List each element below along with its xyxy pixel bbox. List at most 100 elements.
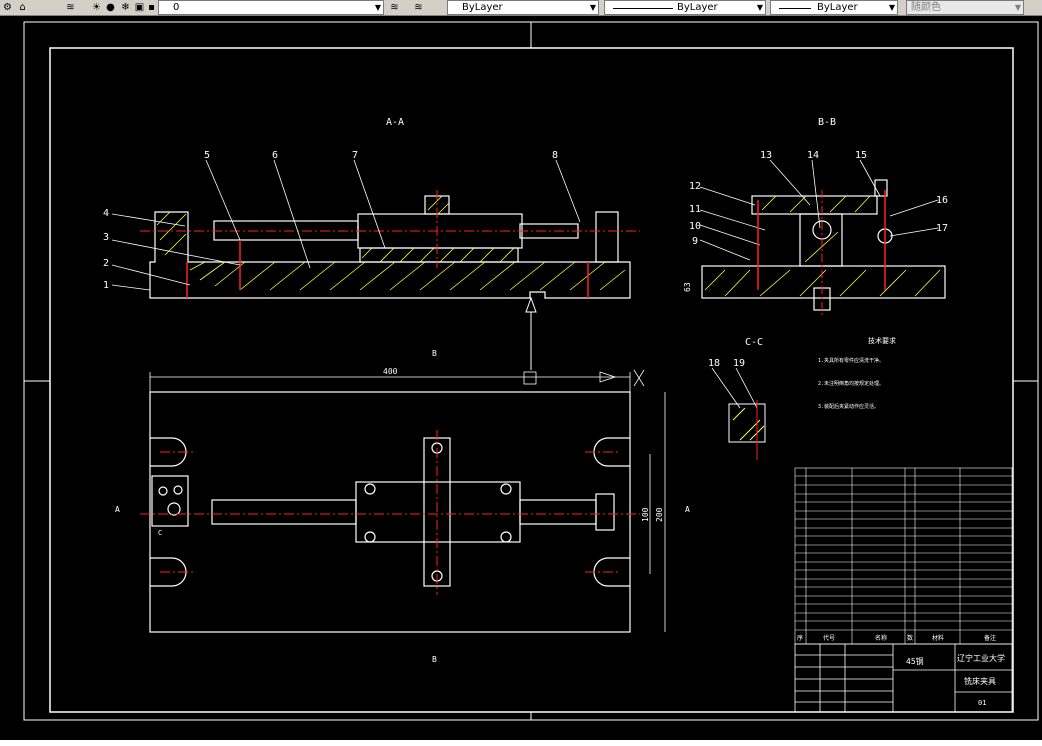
balloon-4: 4: [103, 208, 109, 219]
cc-block: [728, 403, 766, 443]
balloon-18: 18: [708, 358, 720, 369]
technical-notes: 技术要求 1.夹具所有零件应清洗干净。 2.未注明倒角均按规定处理。 3.装配后…: [818, 336, 896, 410]
color-value: ByLayer: [462, 2, 503, 13]
top-rod-end: [519, 499, 597, 525]
base-hatch: [189, 261, 626, 291]
linetype-dropdown[interactable]: ByLayer ▼: [604, 0, 766, 15]
balloon-15: 15: [855, 150, 867, 161]
balloon-16: 16: [936, 195, 948, 206]
bom-col-material: 材料: [932, 634, 944, 642]
dim-63: 63: [683, 282, 692, 292]
layer-states-icon[interactable]: ≋: [412, 1, 425, 14]
section-aa-label: A-A: [386, 117, 404, 128]
balloon-8: 8: [552, 150, 558, 161]
sheet-inner-frame: [49, 47, 1014, 713]
section-aa-view: A-A B-B: [140, 117, 836, 370]
gear-icon[interactable]: ⚙: [1, 1, 14, 14]
title-university: 辽宁工业大学: [957, 653, 1005, 663]
layer-previous-icon[interactable]: ≋: [388, 1, 401, 14]
lineweight-dropdown[interactable]: ByLayer ▼: [770, 0, 898, 15]
ucs-marker: [523, 371, 537, 385]
balloon-12: 12: [689, 181, 701, 192]
sheet-outer-frame: [23, 21, 1039, 721]
base-plate: [149, 211, 631, 299]
bom-rows: [795, 475, 1012, 631]
dim-200: 200: [655, 507, 664, 522]
balloon-5: 5: [204, 150, 210, 161]
home-icon[interactable]: ⌂: [16, 1, 29, 14]
chevron-down-icon: ▼: [589, 3, 596, 12]
bom-col-name: 名称: [875, 634, 887, 642]
sun-icon[interactable]: ●: [104, 1, 117, 14]
balloon-numbers: 1 2 3 4 5 6 7 8 9 10 11 12 13 14 15 16 1…: [103, 150, 948, 369]
command-line[interactable]: [0, 740, 1042, 746]
leader-lines: [111, 159, 939, 409]
title-block-text: 辽宁工业大学 铣床夹具 45钢 01: [906, 653, 1005, 707]
section-cc-label: C-C: [745, 337, 763, 348]
balloon-1: 1: [103, 280, 109, 291]
bom-frame: [794, 467, 1013, 645]
bom-col-code: 代号: [823, 634, 835, 642]
guide-rail: [359, 247, 519, 263]
layer-dropdown[interactable]: 0 ▼: [158, 0, 384, 15]
top-rod: [211, 499, 357, 525]
properties-toolbar: ⚙ ⌂ ≋ ☀ ● ❄ ▣ ▪ 0 ▼ ≋ ≋ ByLayer ▼ ByLaye…: [0, 0, 1042, 16]
note-3: 3.装配后夹紧动作应灵活。: [818, 403, 879, 410]
note-1: 1.夹具所有零件应清洗干净。: [818, 357, 884, 364]
label-a-right: A: [685, 505, 690, 514]
plotstyle-value: 随颜色: [911, 2, 941, 13]
bb-top-arm: [751, 195, 878, 215]
lineweight-preview: [779, 8, 811, 9]
top-right-knob: [595, 493, 615, 531]
drawing-canvas[interactable]: A-A B-B 1 2 3 4 5 6 7 8 9 10 11 12 13 14…: [0, 16, 1042, 740]
view-arrow-up: [525, 296, 537, 313]
color-swatch-icon[interactable]: ▪: [145, 1, 158, 14]
balloon-19: 19: [733, 358, 745, 369]
bom-col-qty: 数: [907, 634, 913, 642]
freeze-icon[interactable]: ❄: [119, 1, 132, 14]
chevron-down-icon: ▼: [374, 3, 381, 12]
chevron-down-icon: ▼: [888, 3, 895, 12]
chevron-down-icon: ▼: [1014, 3, 1021, 12]
top-base-plate: [149, 391, 631, 633]
dim-400: 400: [383, 367, 398, 376]
balloon-10: 10: [689, 221, 701, 232]
cc-hatch: [732, 407, 765, 441]
color-dropdown[interactable]: ByLayer ▼: [447, 0, 599, 15]
balloon-13: 13: [760, 150, 772, 161]
dim-100: 100: [641, 507, 650, 522]
balloon-2: 2: [103, 258, 109, 269]
label-c: C: [158, 529, 162, 537]
balloon-3: 3: [103, 232, 109, 243]
notes-title: 技术要求: [868, 336, 896, 345]
left-block-hatch: [156, 211, 187, 256]
label-b-top: B: [432, 349, 437, 358]
rail-hatch: [361, 247, 515, 263]
lightbulb-icon[interactable]: ☀: [90, 1, 103, 14]
top-left-block: [151, 475, 189, 527]
top-view: 400 100 200 A A B B C: [115, 349, 690, 664]
bom-table: [794, 467, 1013, 645]
label-a-left: A: [115, 505, 120, 514]
section-bb-view: 63: [683, 179, 946, 315]
title-drawing-name: 铣床夹具: [964, 676, 996, 686]
balloon-17: 17: [936, 223, 948, 234]
bom-col-no: 序: [797, 634, 803, 642]
layers-icon[interactable]: ≋: [64, 1, 77, 14]
balloon-11: 11: [689, 204, 701, 215]
label-b-bottom: B: [432, 655, 437, 664]
plotstyle-dropdown[interactable]: 随颜色 ▼: [906, 0, 1024, 15]
note-2: 2.未注明倒角均按规定处理。: [818, 380, 884, 387]
bb-body: [799, 213, 843, 267]
linetype-preview: [613, 8, 673, 9]
top-clamp-body: [355, 481, 521, 543]
title-drawing-no: 01: [978, 699, 986, 707]
balloon-7: 7: [352, 150, 358, 161]
lineweight-value: ByLayer: [817, 2, 858, 13]
top-block-hatch: [427, 195, 450, 215]
balloon-14: 14: [807, 150, 819, 161]
x-marker: [633, 369, 645, 387]
linetype-value: ByLayer: [677, 2, 718, 13]
layer-value: 0: [173, 2, 180, 13]
bom-header-row: 序 代号 名称 数 材料 备注: [797, 634, 996, 642]
